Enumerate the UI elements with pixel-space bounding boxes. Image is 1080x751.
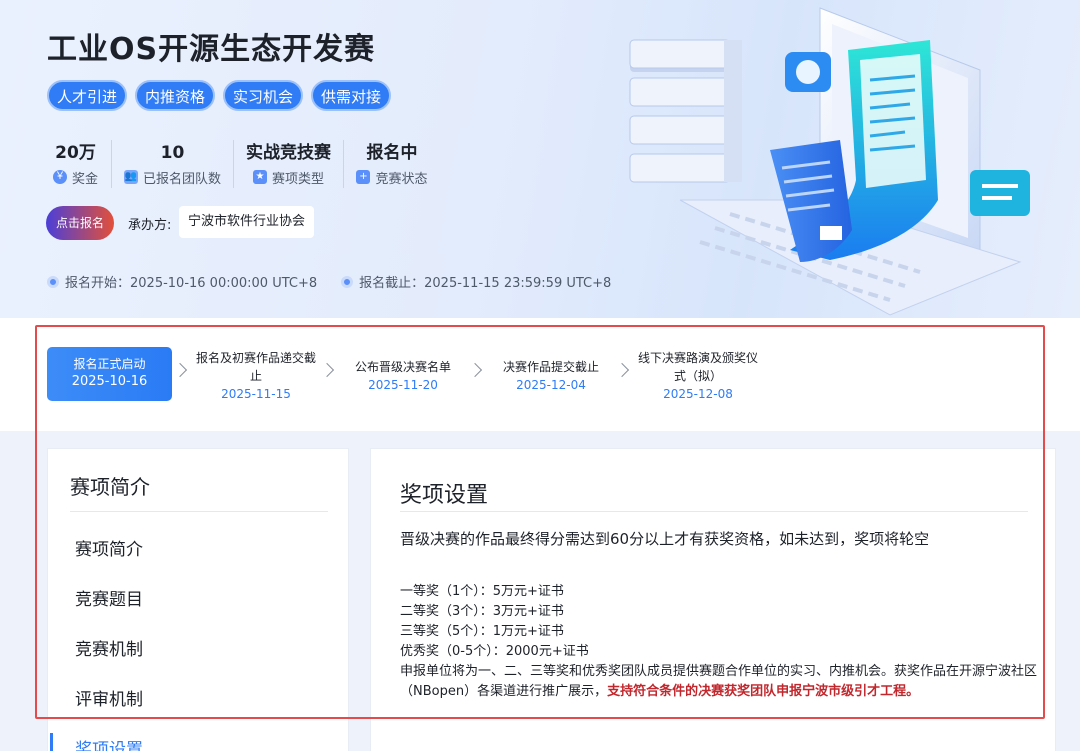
- host-label: 承办方:: [128, 218, 172, 233]
- stat-label: 赛项类型: [271, 171, 324, 187]
- step-title: 决赛作品提交截止: [502, 360, 599, 374]
- clock-icon: [341, 275, 354, 288]
- sidebar-panel: 赛项简介 赛项简介 竞赛题目 竞赛机制 评审机制 奖项设置: [47, 448, 349, 751]
- stat-teams: 10 👥 已报名团队数: [112, 140, 234, 188]
- section-title: 奖项设置: [400, 483, 489, 508]
- stat-prize: 20万 ￥ 奖金: [40, 140, 112, 188]
- timeline-step[interactable]: 决赛作品提交截止 2025-12-04: [498, 358, 604, 394]
- timeline-step[interactable]: 公布晋级决赛名单 2025-11-20: [350, 358, 456, 394]
- section-intro: 晋级决赛的作品最终得分需达到60分以上才有获奖资格，如未达到，奖项将轮空: [400, 530, 930, 548]
- tag-talent: 人才引进: [47, 80, 128, 111]
- timeline: 报名正式启动 2025-10-16 报名及初赛作品递交截止 2025-11-15…: [0, 318, 1080, 431]
- divider: [400, 511, 1028, 512]
- sidebar-item-review[interactable]: 评审机制: [75, 685, 143, 710]
- step-title: 报名及初赛作品递交截止: [195, 351, 316, 383]
- chevron-right-icon: [467, 362, 483, 378]
- signup-button[interactable]: 点击报名: [46, 206, 114, 240]
- stat-value: 20万: [55, 143, 96, 163]
- stat-label: 奖金: [71, 171, 98, 187]
- stat-label: 已报名团队数: [142, 171, 221, 187]
- prize-item: 二等奖（3个）：3万元+证书: [400, 604, 564, 619]
- money-bag-icon: ￥: [52, 170, 67, 184]
- step-date: 2025-11-20: [368, 378, 438, 392]
- sidebar-title: 赛项简介: [70, 475, 150, 499]
- registration-dates: 报名开始：2025-10-16 00:00:00 UTC+8 报名截止：2025…: [47, 272, 611, 291]
- note-highlight: 支持符合条件的决赛获奖团队申报宁波市级引才工程。: [607, 684, 920, 699]
- stat-label: 竞赛状态: [375, 171, 428, 187]
- tag-supply-demand: 供需对接: [311, 80, 392, 111]
- clock-icon: [47, 275, 59, 288]
- step-title: 线下决赛路演及颁奖仪式（拟）: [637, 351, 758, 383]
- prize-item: 优秀奖（0-5个）：2000元+证书: [400, 644, 589, 659]
- step-title: 报名正式启动: [73, 357, 146, 371]
- team-icon: 👥: [123, 170, 138, 184]
- chevron-right-icon: [614, 362, 630, 378]
- timeline-step-active[interactable]: 报名正式启动 2025-10-16: [47, 347, 172, 401]
- timeline-step[interactable]: 报名及初赛作品递交截止 2025-11-15: [192, 349, 320, 403]
- tag-internship: 实习机会: [223, 80, 304, 111]
- step-date: 2025-10-16: [71, 374, 148, 389]
- sidebar-item-awards[interactable]: 奖项设置: [75, 735, 143, 751]
- stat-value: 10: [160, 143, 185, 163]
- bookmark-icon: ★: [252, 170, 267, 184]
- tag-referral: 内推资格: [135, 80, 216, 111]
- stat-value: 实战竞技赛: [246, 143, 331, 163]
- step-date: 2025-12-08: [663, 387, 733, 401]
- step-date: 2025-12-04: [516, 378, 586, 392]
- stat-status: 报名中 + 竞赛状态: [344, 140, 440, 188]
- tag-list: 人才引进 内推资格 实习机会 供需对接: [47, 80, 392, 111]
- chevron-right-icon: [319, 362, 335, 378]
- host-value: 宁波市软件行业协会: [179, 206, 315, 238]
- prize-item: 三等奖（5个）：1万元+证书: [400, 624, 564, 639]
- end-date: 报名截止：2025-11-15 23:59:59 UTC+8: [359, 276, 612, 291]
- prize-item: 一等奖（1个）：5万元+证书: [400, 584, 564, 599]
- status-icon: +: [356, 170, 371, 184]
- page-title: 工业OS开源生态开发赛: [47, 32, 376, 67]
- hero-banner: 工业OS开源生态开发赛 人才引进 内推资格 实习机会 供需对接 20万 ￥ 奖金 …: [0, 0, 1080, 318]
- prize-list: 一等奖（1个）：5万元+证书 二等奖（3个）：3万元+证书 三等奖（5个）：1万…: [400, 582, 1040, 702]
- sidebar-item-intro[interactable]: 赛项简介: [75, 535, 143, 560]
- sidebar-item-mechanism[interactable]: 竞赛机制: [75, 635, 143, 660]
- active-indicator: [50, 733, 53, 751]
- sidebar-item-topics[interactable]: 竞赛题目: [75, 585, 143, 610]
- timeline-step[interactable]: 线下决赛路演及颁奖仪式（拟） 2025-12-08: [634, 349, 762, 403]
- start-date: 报名开始：2025-10-16 00:00:00 UTC+8: [65, 276, 318, 291]
- content-panel: 奖项设置 晋级决赛的作品最终得分需达到60分以上才有获奖资格，如未达到，奖项将轮…: [370, 448, 1056, 751]
- prize-note: 申报单位将为一、二、三等奖和优秀奖团队成员提供赛题合作单位的实习、内推机会。获奖…: [400, 662, 1040, 702]
- divider: [70, 511, 328, 512]
- stat-value: 报名中: [366, 143, 418, 163]
- step-date: 2025-11-15: [221, 387, 291, 401]
- chevron-right-icon: [172, 362, 188, 378]
- stat-type: 实战竞技赛 ★ 赛项类型: [234, 140, 344, 188]
- laptop-illustration: [629, 7, 1030, 316]
- stats-row: 20万 ￥ 奖金 10 👥 已报名团队数 实战竞技赛 ★ 赛项类型 报名中 + 竞赛状态: [40, 140, 440, 188]
- step-title: 公布晋级决赛名单: [354, 360, 451, 374]
